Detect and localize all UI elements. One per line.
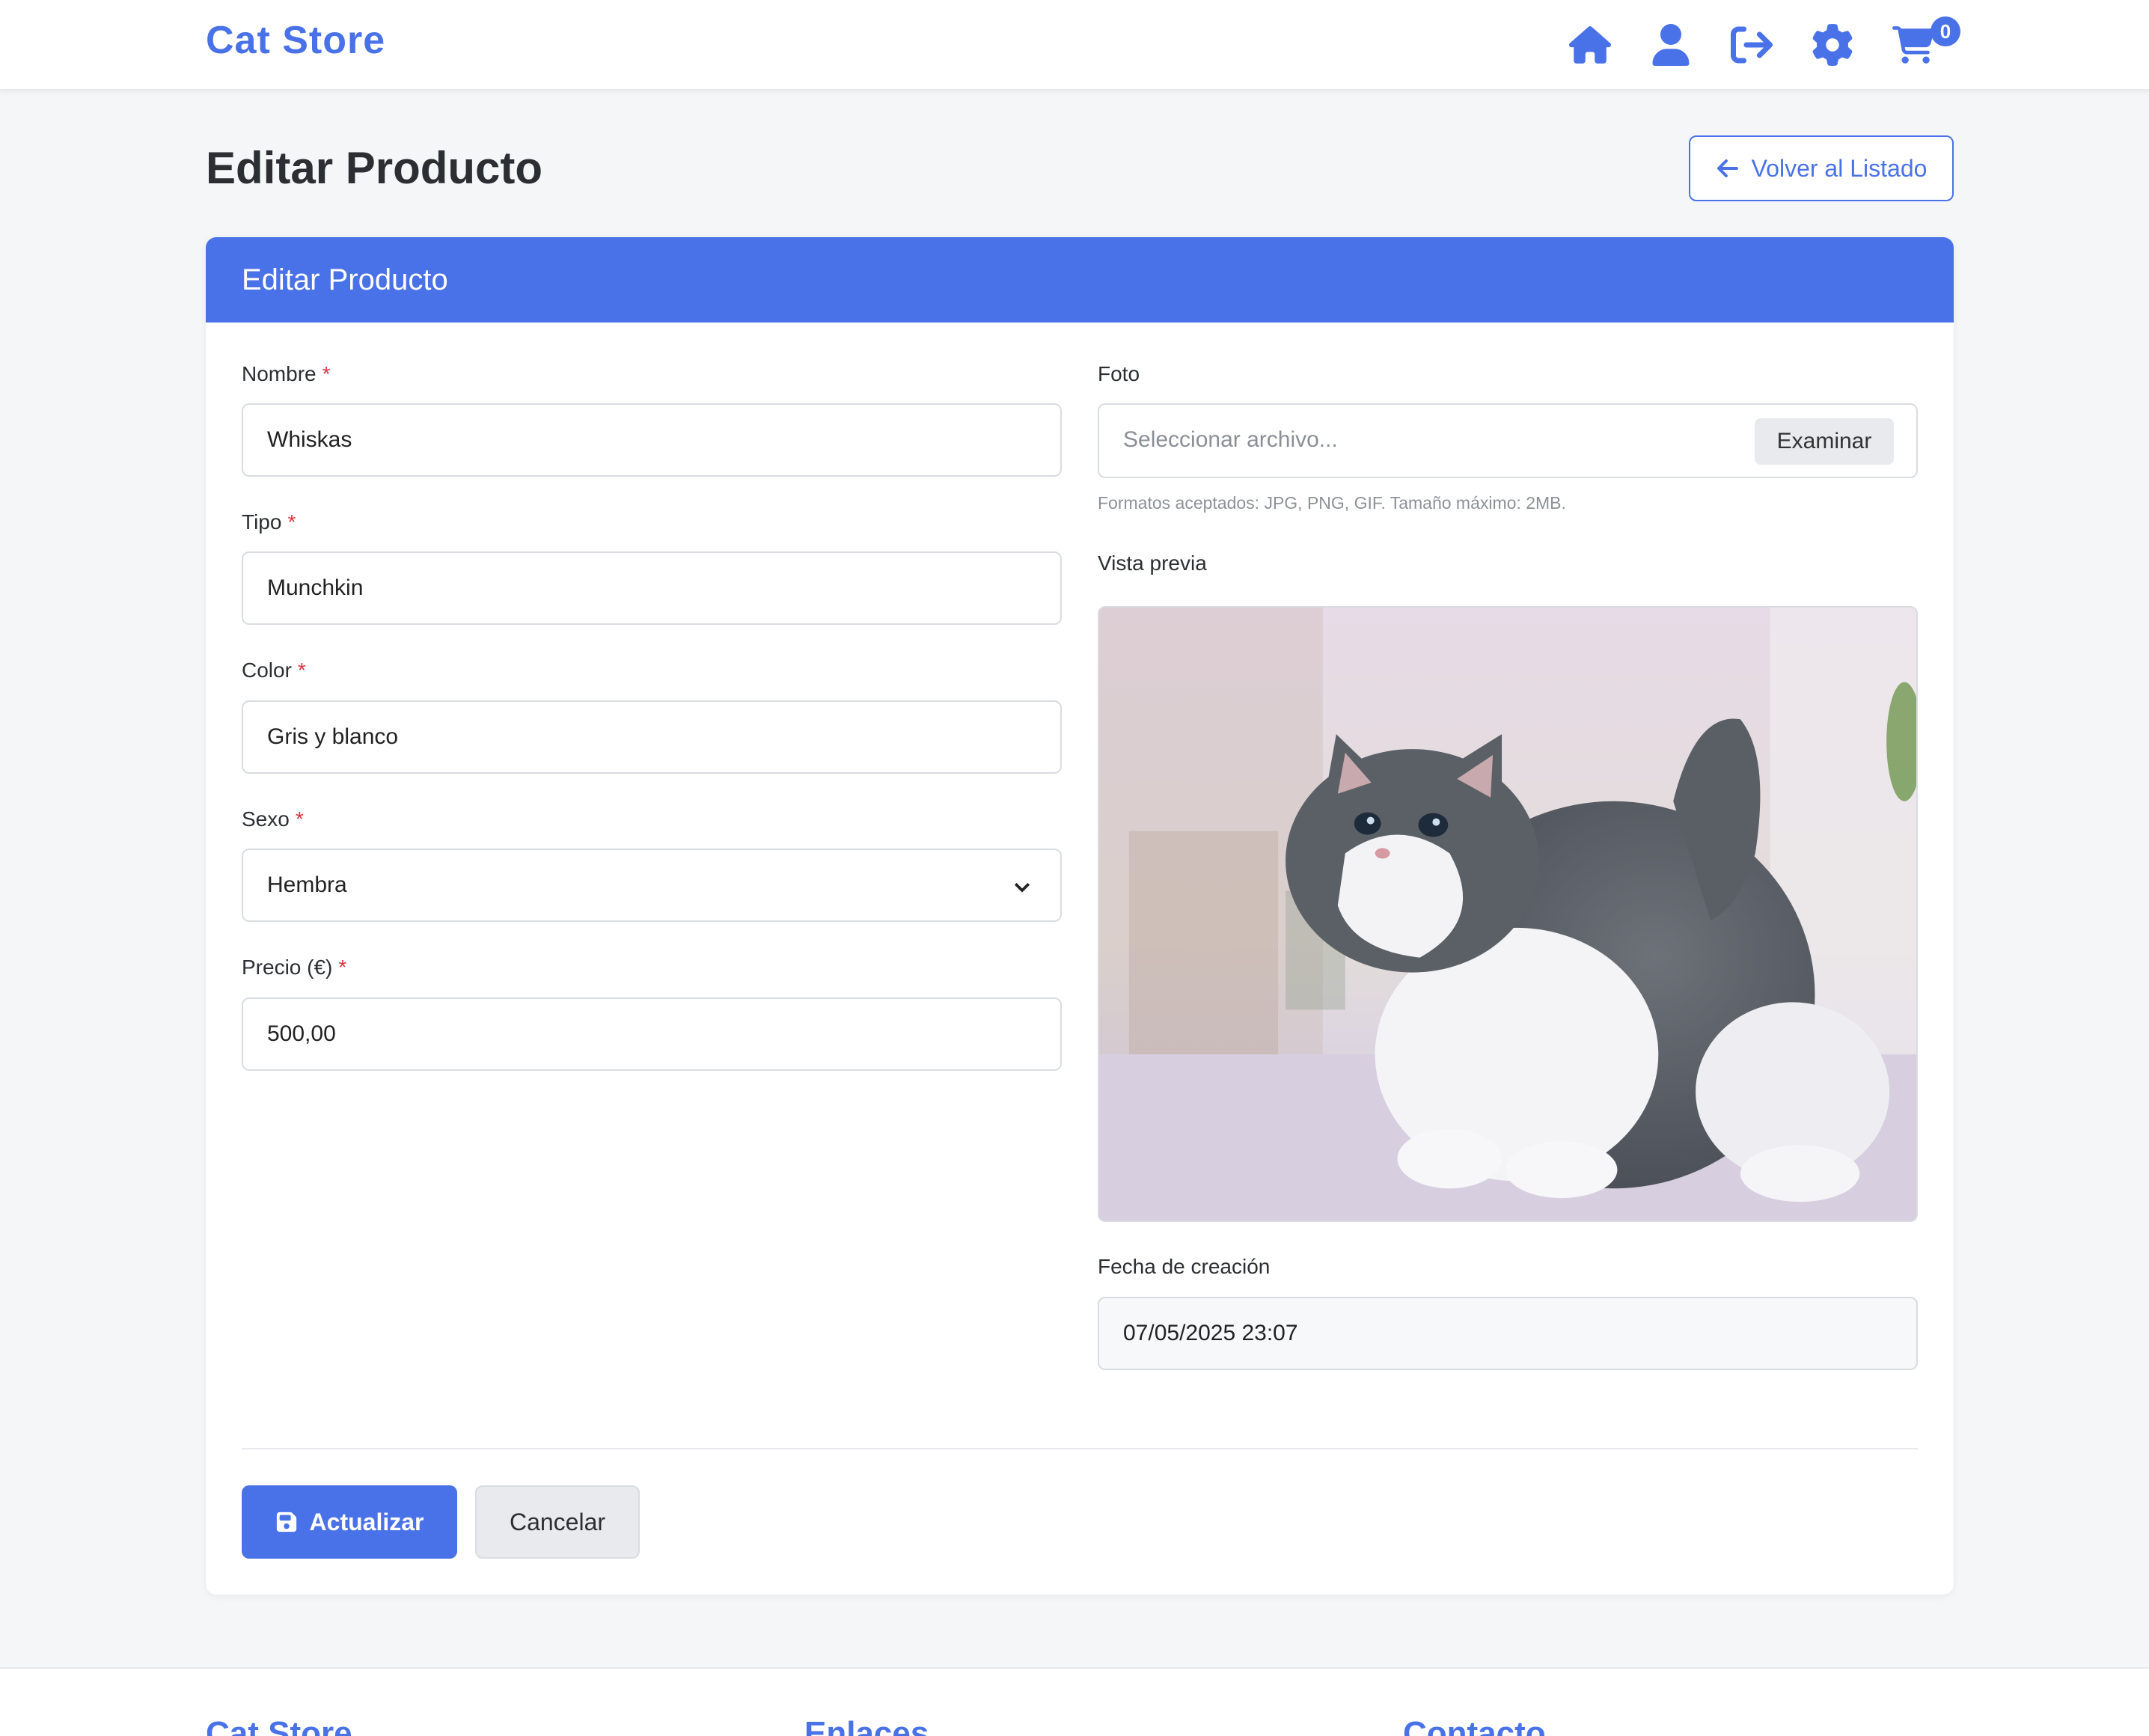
back-button-label: Volver al Listado bbox=[1751, 154, 1928, 182]
update-button[interactable]: Actualizar bbox=[242, 1485, 457, 1559]
footer-title-links: Enlaces bbox=[804, 1715, 929, 1736]
browse-button[interactable]: Examinar bbox=[1755, 418, 1894, 465]
footer-title-contact: Contacto bbox=[1403, 1715, 1546, 1736]
arrow-left-icon bbox=[1717, 159, 1738, 178]
logout-icon[interactable] bbox=[1729, 22, 1774, 67]
preview-image bbox=[1098, 606, 1918, 1222]
footer: Cat Store Enlaces Contacto bbox=[0, 1667, 2149, 1736]
cart-icon[interactable] bbox=[1891, 22, 1936, 67]
tipo-input[interactable]: Munchkin bbox=[242, 551, 1062, 625]
navbar: Cat Store 0 bbox=[0, 0, 2149, 90]
save-icon bbox=[276, 1512, 296, 1532]
required-mark: * bbox=[297, 658, 306, 682]
color-input[interactable]: Gris y blanco bbox=[242, 700, 1062, 774]
footer-title-brand: Cat Store bbox=[206, 1715, 352, 1736]
nombre-input[interactable]: Whiskas bbox=[242, 403, 1062, 477]
required-mark: * bbox=[287, 510, 296, 534]
gear-icon[interactable] bbox=[1810, 22, 1855, 67]
brand-logo[interactable]: Cat Store bbox=[206, 18, 385, 63]
color-label: Color * bbox=[242, 658, 306, 682]
fecha-creacion-input: 07/05/2025 23:07 bbox=[1098, 1297, 1918, 1370]
file-help-text: Formatos aceptados: JPG, PNG, GIF. Tamañ… bbox=[1098, 493, 1566, 513]
nombre-label: Nombre * bbox=[242, 362, 331, 385]
tipo-label: Tipo * bbox=[242, 510, 296, 534]
required-mark: * bbox=[295, 807, 304, 831]
form-divider bbox=[242, 1448, 1918, 1449]
fecha-label: Fecha de creación bbox=[1098, 1255, 1271, 1278]
home-icon[interactable] bbox=[1568, 22, 1612, 67]
file-placeholder: Seleccionar archivo... bbox=[1123, 427, 1338, 452]
user-icon[interactable] bbox=[1648, 22, 1693, 67]
required-mark: * bbox=[338, 956, 347, 979]
page-title: Editar Producto bbox=[206, 143, 543, 193]
cart-count-badge: 0 bbox=[1931, 16, 1960, 46]
precio-input[interactable]: 500,00 bbox=[242, 997, 1062, 1071]
preview-label: Vista previa bbox=[1098, 551, 1207, 575]
back-to-list-button[interactable]: Volver al Listado bbox=[1689, 135, 1954, 201]
card-header: Editar Producto bbox=[206, 237, 1954, 323]
precio-label: Precio (€) * bbox=[242, 956, 347, 979]
cancel-button[interactable]: Cancelar bbox=[475, 1485, 640, 1559]
sexo-select[interactable]: Hembra bbox=[242, 849, 1062, 922]
update-button-label: Actualizar bbox=[309, 1508, 424, 1535]
foto-file-input[interactable]: Seleccionar archivo... Examinar bbox=[1098, 403, 1918, 478]
foto-label: Foto bbox=[1098, 362, 1140, 385]
edit-product-card: Editar Producto Nombre * Whiskas Tipo * Mu… bbox=[206, 237, 1954, 1595]
required-mark: * bbox=[322, 362, 331, 385]
sexo-label: Sexo * bbox=[242, 807, 304, 831]
chevron-down-icon bbox=[1011, 875, 1033, 898]
